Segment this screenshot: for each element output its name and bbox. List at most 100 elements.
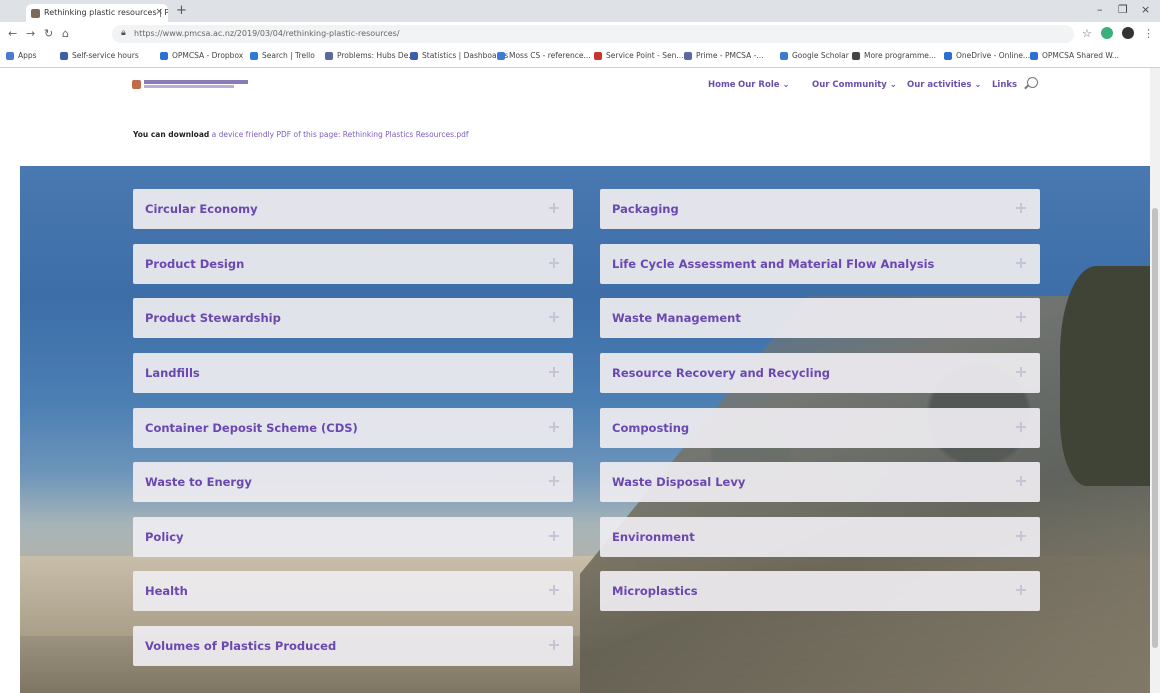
site-logo[interactable] [132, 80, 248, 90]
download-notice: You can download a device friendly PDF o… [133, 130, 469, 139]
nav-our-role[interactable]: Our Role ⌄ [738, 80, 790, 90]
new-tab-icon[interactable]: + [176, 3, 187, 18]
bookmark-item[interactable]: OPMCSA - Dropbox [160, 51, 243, 60]
accordion-waste-management[interactable]: Waste Management [600, 298, 1040, 338]
bookmark-item[interactable]: Prime - PMCSA -... [684, 51, 763, 60]
accordion-title: Packaging [612, 202, 679, 216]
back-icon[interactable]: ← [8, 27, 17, 40]
bookmark-star-icon[interactable]: ☆ [1082, 27, 1092, 40]
accordion-title: Product Design [145, 257, 245, 271]
plus-icon[interactable] [549, 203, 559, 213]
download-pdf-link[interactable]: a device friendly PDF of this page: Reth… [212, 130, 469, 139]
crest-icon [132, 80, 141, 89]
plus-icon[interactable] [1016, 585, 1026, 595]
accordion-composting[interactable]: Composting [600, 408, 1040, 448]
bookmark-item[interactable]: Statistics | Dashboards [410, 51, 508, 60]
bookmark-item[interactable]: Service Point - Sen... [594, 51, 683, 60]
plus-icon[interactable] [549, 258, 559, 268]
plus-icon[interactable] [549, 422, 559, 432]
bookmark-item[interactable]: More programme... [852, 51, 936, 60]
accordion-circular-economy[interactable]: Circular Economy [133, 189, 573, 229]
accordion-microplastics[interactable]: Microplastics [600, 571, 1040, 611]
plus-icon[interactable] [549, 476, 559, 486]
accordion-title: Waste to Energy [145, 475, 252, 489]
accordion-title: Environment [612, 530, 695, 544]
accordion-title: Policy [145, 530, 184, 544]
plus-icon[interactable] [1016, 203, 1026, 213]
nav-home[interactable]: Home [708, 80, 736, 90]
forward-icon[interactable]: → [26, 27, 35, 40]
reload-icon[interactable]: ↻ [44, 27, 53, 40]
plus-icon[interactable] [1016, 258, 1026, 268]
plus-icon[interactable] [549, 640, 559, 650]
plus-icon[interactable] [1016, 312, 1026, 322]
browser-toolbar: ← → ↻ ⌂ 🔒︎ https://www.pmcsa.ac.nz/2019/… [0, 22, 1160, 46]
browser-tab[interactable]: Rethinking plastic resources | PMC × [26, 4, 168, 22]
accordion-health[interactable]: Health [133, 571, 573, 611]
accordion-policy[interactable]: Policy [133, 517, 573, 557]
maximize-icon[interactable]: ❐ [1118, 3, 1128, 16]
accordion-title: Landfills [145, 366, 200, 380]
bookmark-item[interactable]: Moss CS - reference... [497, 51, 591, 60]
accordion-title: Container Deposit Scheme (CDS) [145, 421, 358, 435]
accordion-volumes-of-plastics-produced[interactable]: Volumes of Plastics Produced [133, 626, 573, 666]
accordion-landfills[interactable]: Landfills [133, 353, 573, 393]
accordion-title: Waste Disposal Levy [612, 475, 746, 489]
bookmarks-bar: Apps Self-service hours OPMCSA - Dropbox… [0, 46, 1160, 68]
web-page: Home Our Role ⌄ Our Community ⌄ Our acti… [0, 68, 1150, 693]
hero-background: Circular Economy Product Design Product … [20, 166, 1150, 693]
bookmark-item[interactable]: Problems: Hubs De... [325, 51, 415, 60]
home-icon[interactable]: ⌂ [62, 27, 69, 40]
bookmark-item[interactable]: OneDrive - Online... [944, 51, 1030, 60]
close-window-icon[interactable]: × [1141, 3, 1150, 16]
bookmark-item[interactable]: Self-service hours [60, 51, 139, 60]
page-scrollbar[interactable] [1150, 68, 1160, 693]
accordion-resource-recovery[interactable]: Resource Recovery and Recycling [600, 353, 1040, 393]
accordion-title: Life Cycle Assessment and Material Flow … [612, 257, 935, 271]
plus-icon[interactable] [1016, 531, 1026, 541]
bookmark-icon [780, 52, 788, 60]
nav-our-activities[interactable]: Our activities ⌄ [907, 80, 982, 90]
accordion-packaging[interactable]: Packaging [600, 189, 1040, 229]
bookmark-item[interactable]: Google Scholar [780, 51, 849, 60]
accordion-life-cycle-assessment[interactable]: Life Cycle Assessment and Material Flow … [600, 244, 1040, 284]
accordion-title: Volumes of Plastics Produced [145, 639, 337, 653]
trello-icon [250, 52, 258, 60]
close-tab-icon[interactable]: × [155, 7, 163, 17]
plus-icon[interactable] [549, 312, 559, 322]
accordion-product-stewardship[interactable]: Product Stewardship [133, 298, 573, 338]
bookmark-item[interactable]: Apps [6, 51, 37, 60]
plus-icon[interactable] [549, 585, 559, 595]
minimize-icon[interactable]: – [1097, 3, 1103, 16]
browser-tab-title: Rethinking plastic resources | PMC [44, 8, 168, 17]
profile-avatar-icon[interactable] [1122, 27, 1134, 39]
bookmark-item[interactable]: OPMCSA Shared W... [1030, 51, 1119, 60]
plus-icon[interactable] [1016, 476, 1026, 486]
site-header: Home Our Role ⌄ Our Community ⌄ Our acti… [0, 68, 1150, 102]
plus-icon[interactable] [1016, 422, 1026, 432]
accordion-title: Product Stewardship [145, 311, 281, 325]
nav-links[interactable]: Links [992, 80, 1017, 90]
plus-icon[interactable] [549, 367, 559, 377]
nav-our-community[interactable]: Our Community ⌄ [812, 80, 897, 90]
accordion-waste-disposal-levy[interactable]: Waste Disposal Levy [600, 462, 1040, 502]
site-favicon-icon [31, 9, 40, 18]
extension-icon[interactable] [1101, 27, 1113, 39]
bookmark-item[interactable]: Search | Trello [250, 51, 315, 60]
accordion-container-deposit-scheme[interactable]: Container Deposit Scheme (CDS) [133, 408, 573, 448]
bookmark-icon [410, 52, 418, 60]
accordion-environment[interactable]: Environment [600, 517, 1040, 557]
bookmark-icon [60, 52, 68, 60]
plus-icon[interactable] [1016, 367, 1026, 377]
accordion-product-design[interactable]: Product Design [133, 244, 573, 284]
search-icon[interactable] [1027, 77, 1038, 88]
accordion-title: Health [145, 584, 188, 598]
bookmark-icon [684, 52, 692, 60]
bookmark-icon [594, 52, 602, 60]
browser-menu-icon[interactable]: ⋮ [1143, 27, 1154, 40]
accordion-waste-to-energy[interactable]: Waste to Energy [133, 462, 573, 502]
scrollbar-thumb[interactable] [1152, 208, 1158, 648]
plus-icon[interactable] [549, 531, 559, 541]
address-bar[interactable]: 🔒︎ https://www.pmcsa.ac.nz/2019/03/04/re… [112, 25, 1074, 43]
apps-icon [6, 52, 14, 60]
